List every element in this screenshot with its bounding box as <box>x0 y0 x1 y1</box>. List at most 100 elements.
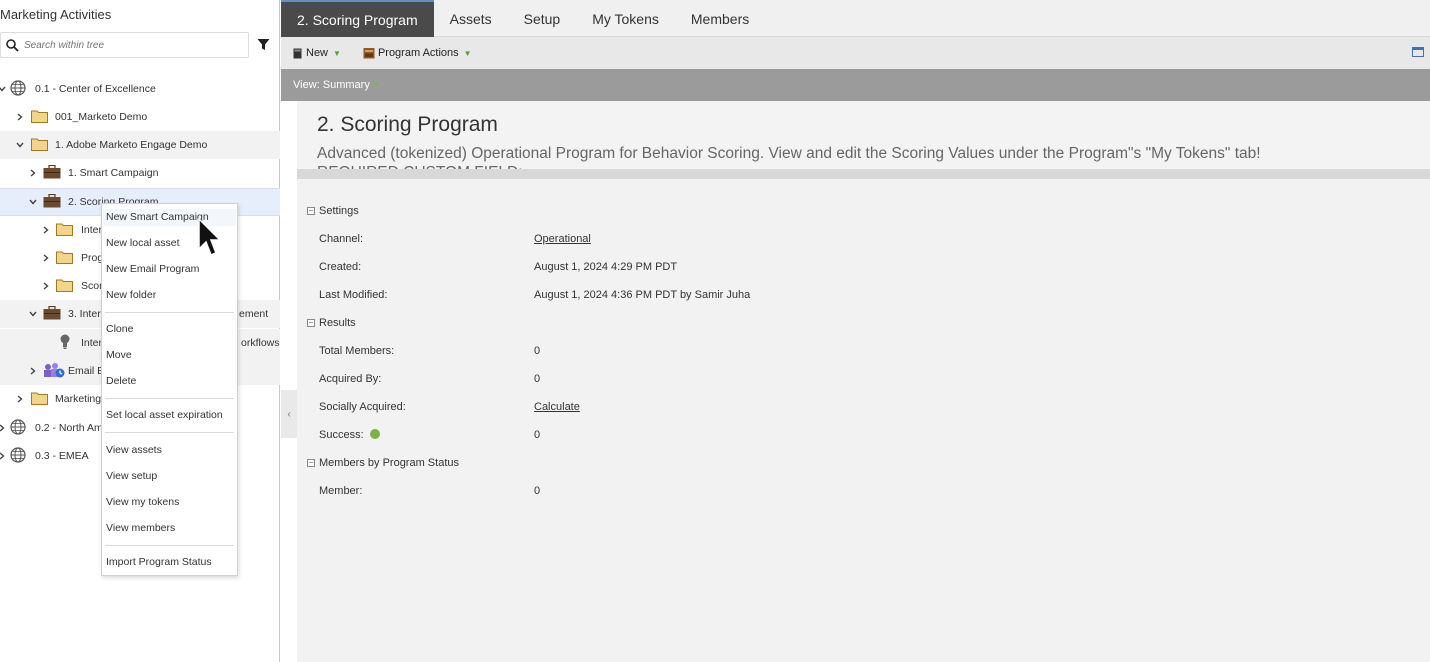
tree-item-marketo-demo[interactable]: 001_Marketo Demo <box>0 103 280 131</box>
collapse-icon[interactable]: − <box>307 207 315 215</box>
tree-item-label: Inter <box>81 224 103 236</box>
program-actions-button[interactable]: Program Actions ▼ <box>363 47 472 59</box>
program-tabs: 2. Scoring Program Assets Setup My Token… <box>281 0 1430 37</box>
lightbulb-icon <box>60 334 70 353</box>
chevron-right-icon[interactable] <box>28 168 38 178</box>
search-icon <box>6 38 19 52</box>
tree-item-label: Inter <box>81 337 103 349</box>
menu-item-new-local-asset[interactable]: New local asset <box>106 237 180 249</box>
tree-item-smart-campaign[interactable]: 1. Smart Campaign <box>0 159 280 187</box>
tree-item-label: 0.2 - North Am <box>35 422 103 434</box>
menu-item-set-expiration[interactable]: Set local asset expiration <box>106 409 223 421</box>
created-label: Created: <box>319 261 362 273</box>
dropdown-arrow-icon: ▼ <box>463 48 472 58</box>
view-label: View: Summary <box>293 79 370 91</box>
folder-icon <box>56 222 73 239</box>
last-modified-label: Last Modified: <box>319 289 388 301</box>
results-section-header[interactable]: − Results <box>307 317 356 329</box>
email-program-icon <box>43 362 65 381</box>
success-label-row: Success: <box>319 429 380 441</box>
chevron-left-icon: ‹ <box>287 408 291 420</box>
program-actions-label: Program Actions <box>377 47 459 59</box>
chevron-right-icon[interactable] <box>15 394 25 404</box>
program-description-line2: REQUIRED CUSTOM FIELD: <box>317 164 523 179</box>
menu-item-new-folder[interactable]: New folder <box>106 289 156 301</box>
menu-item-clone[interactable]: Clone <box>106 323 133 335</box>
tree-item-label-tail: orkflows <box>241 337 280 349</box>
tab-setup[interactable]: Setup <box>508 0 577 37</box>
program-actions-icon <box>363 48 375 59</box>
context-menu: New Smart Campaign New local asset New E… <box>101 203 238 576</box>
last-modified-value: August 1, 2024 4:36 PM PDT by Samir Juha <box>534 289 751 301</box>
settings-heading: Settings <box>319 205 359 217</box>
menu-item-new-email-program[interactable]: New Email Program <box>106 263 199 275</box>
folder-icon <box>31 109 48 126</box>
tree-search[interactable] <box>0 32 249 58</box>
program-description-line1: Advanced (tokenized) Operational Program… <box>317 145 1261 162</box>
tree-item-label: Scor <box>81 280 103 292</box>
socially-acquired-label: Socially Acquired: <box>319 401 406 413</box>
channel-label: Channel: <box>319 233 364 245</box>
menu-item-view-my-tokens[interactable]: View my tokens <box>106 496 179 508</box>
members-status-heading: Members by Program Status <box>319 457 459 469</box>
chevron-right-icon[interactable] <box>0 451 7 461</box>
settings-section-header[interactable]: − Settings <box>307 205 359 217</box>
chevron-right-icon[interactable] <box>0 423 7 433</box>
menu-item-import-program-status[interactable]: Import Program Status <box>106 556 212 568</box>
chevron-down-icon[interactable] <box>0 84 7 94</box>
folder-icon <box>56 250 73 267</box>
acquired-by-label: Acquired By: <box>319 373 382 385</box>
menu-item-view-members[interactable]: View members <box>106 522 175 534</box>
panel-collapse-handle[interactable]: ‹ <box>281 390 297 438</box>
tab-members[interactable]: Members <box>675 0 765 37</box>
success-check-icon <box>369 429 380 440</box>
tree-item-label: 1. Adobe Marketo Engage Demo <box>55 139 208 151</box>
chevron-down-icon[interactable] <box>15 140 25 150</box>
total-members-label: Total Members: <box>319 345 395 357</box>
folder-icon <box>31 391 48 408</box>
tree-item-label: 0.3 - EMEA <box>35 450 89 462</box>
dropdown-arrow-icon: ▼ <box>372 81 380 89</box>
tree-item-adobe-marketo-engage-demo[interactable]: 1. Adobe Marketo Engage Demo <box>0 131 280 159</box>
collapse-icon[interactable]: − <box>307 459 315 467</box>
collapse-icon[interactable]: − <box>307 319 315 327</box>
chevron-right-icon[interactable] <box>41 253 51 263</box>
success-value: 0 <box>534 429 541 441</box>
members-status-section-header[interactable]: − Members by Program Status <box>307 457 459 469</box>
tree-item-label: Email E <box>68 365 105 377</box>
tab-assets[interactable]: Assets <box>434 0 508 37</box>
maximize-icon[interactable] <box>1412 47 1424 57</box>
chevron-right-icon[interactable] <box>15 112 25 122</box>
menu-item-view-assets[interactable]: View assets <box>106 444 162 456</box>
program-header: 2. Scoring Program Advanced (tokenized) … <box>297 101 1430 179</box>
menu-item-delete[interactable]: Delete <box>106 375 136 387</box>
new-button[interactable]: New ▼ <box>293 47 341 59</box>
tree-item-label: Marketing <box>55 393 102 405</box>
tree-item-center-of-excellence[interactable]: 0.1 - Center of Excellence <box>0 75 280 103</box>
tree-item-label: 001_Marketo Demo <box>55 111 148 123</box>
menu-item-move[interactable]: Move <box>106 349 132 361</box>
tab-scoring-program[interactable]: 2. Scoring Program <box>281 0 434 37</box>
filter-icon[interactable] <box>257 38 270 51</box>
new-button-label: New <box>306 47 329 59</box>
search-input[interactable] <box>24 39 244 51</box>
chevron-right-icon[interactable] <box>41 225 51 235</box>
chevron-right-icon[interactable] <box>41 281 51 291</box>
briefcase-icon <box>43 193 61 211</box>
folder-icon <box>56 278 73 295</box>
acquired-by-value: 0 <box>534 373 541 385</box>
chevron-down-icon[interactable] <box>28 197 38 207</box>
program-summary: 2. Scoring Program Advanced (tokenized) … <box>297 101 1430 662</box>
calculate-link[interactable]: Calculate <box>534 401 580 413</box>
channel-value-link[interactable]: Operational <box>534 233 591 245</box>
view-selector[interactable]: View: Summary ▼ <box>281 69 1430 101</box>
tree-item-label: 1. Smart Campaign <box>68 167 159 179</box>
tree-item-label-tail: ement <box>239 308 269 320</box>
tree-item-label: Prog <box>81 252 104 264</box>
tab-my-tokens[interactable]: My Tokens <box>576 0 675 37</box>
total-members-value: 0 <box>534 345 541 357</box>
menu-item-view-setup[interactable]: View setup <box>106 470 157 482</box>
toolbar: New ▼ Program Actions ▼ <box>281 37 1430 69</box>
chevron-down-icon[interactable] <box>28 309 38 319</box>
chevron-right-icon[interactable] <box>28 366 38 376</box>
